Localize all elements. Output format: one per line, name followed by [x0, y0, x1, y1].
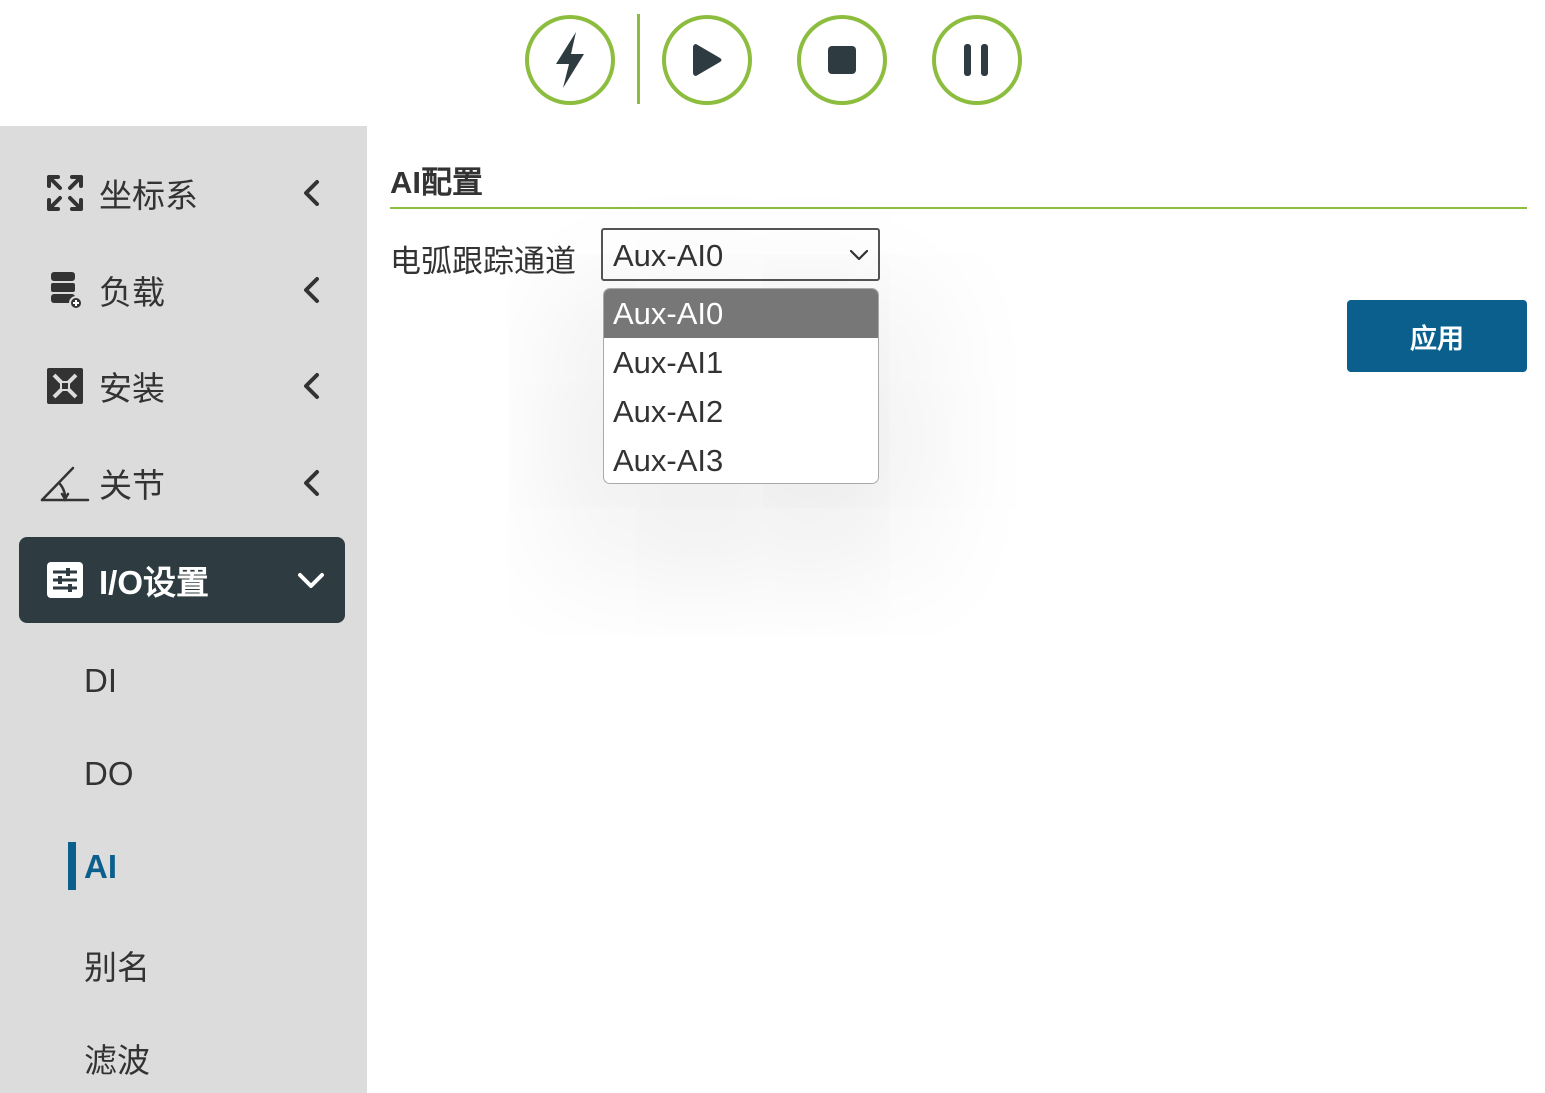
power-button[interactable]	[525, 15, 615, 105]
installation-icon	[45, 366, 85, 406]
pause-button[interactable]	[932, 15, 1022, 105]
dropdown-option[interactable]: Aux-AI2	[604, 387, 878, 436]
arc-tracking-channel-label: 电弧跟踪通道	[390, 244, 576, 279]
stop-button[interactable]	[797, 15, 887, 105]
dropdown-option[interactable]: Aux-AI1	[604, 338, 878, 387]
sidebar-item-coordinate[interactable]: 坐标系	[19, 150, 345, 236]
pause-icon	[964, 44, 988, 76]
play-icon	[693, 44, 722, 76]
io-settings-icon	[45, 560, 85, 600]
toolbar-divider	[637, 14, 640, 104]
sidebar-item-payload[interactable]: 负载	[19, 247, 345, 333]
sidebar-item-label: I/O设置	[99, 564, 210, 601]
lightning-icon	[556, 32, 584, 88]
sidebar-subitem-filter[interactable]: 滤波	[84, 1034, 150, 1082]
current-item-marker	[68, 842, 76, 890]
chevron-left-icon	[297, 469, 325, 497]
run-button[interactable]	[662, 15, 752, 105]
joint-angle-icon	[39, 463, 91, 503]
sidebar-subitem-alias[interactable]: 别名	[84, 941, 150, 989]
chevron-down-icon	[849, 249, 869, 261]
select-value: Aux-AI0	[613, 238, 724, 273]
chevron-left-icon	[297, 276, 325, 304]
sidebar-item-label: 安装	[99, 370, 165, 407]
top-toolbar	[0, 0, 1545, 126]
sidebar-subitem-ai[interactable]: AI	[84, 848, 117, 886]
sidebar-item-joint[interactable]: 关节	[19, 440, 345, 526]
sidebar-subitem-di[interactable]: DI	[84, 662, 117, 700]
coordinate-expand-icon	[45, 173, 85, 213]
stop-icon	[828, 46, 856, 74]
sidebar-item-installation[interactable]: 安装	[19, 343, 345, 429]
sidebar-item-io-settings[interactable]: I/O设置	[19, 537, 345, 623]
chevron-down-icon	[297, 566, 325, 594]
section-title: AI配置	[390, 165, 483, 200]
chevron-left-icon	[297, 179, 325, 207]
sidebar-item-label: 关节	[99, 467, 165, 504]
dropdown-option[interactable]: Aux-AI0	[604, 289, 878, 338]
dropdown-option[interactable]: Aux-AI3	[604, 436, 878, 483]
arc-tracking-channel-select[interactable]: Aux-AI0	[601, 228, 880, 281]
section-divider	[390, 207, 1527, 209]
sidebar-subitem-do[interactable]: DO	[84, 755, 134, 793]
select-dropdown-list: Aux-AI0 Aux-AI1 Aux-AI2 Aux-AI3	[603, 288, 879, 484]
payload-icon	[45, 270, 85, 310]
sidebar-item-label: 坐标系	[99, 177, 198, 214]
sidebar-item-label: 负载	[99, 274, 165, 311]
apply-button[interactable]: 应用	[1347, 300, 1527, 372]
chevron-left-icon	[297, 372, 325, 400]
